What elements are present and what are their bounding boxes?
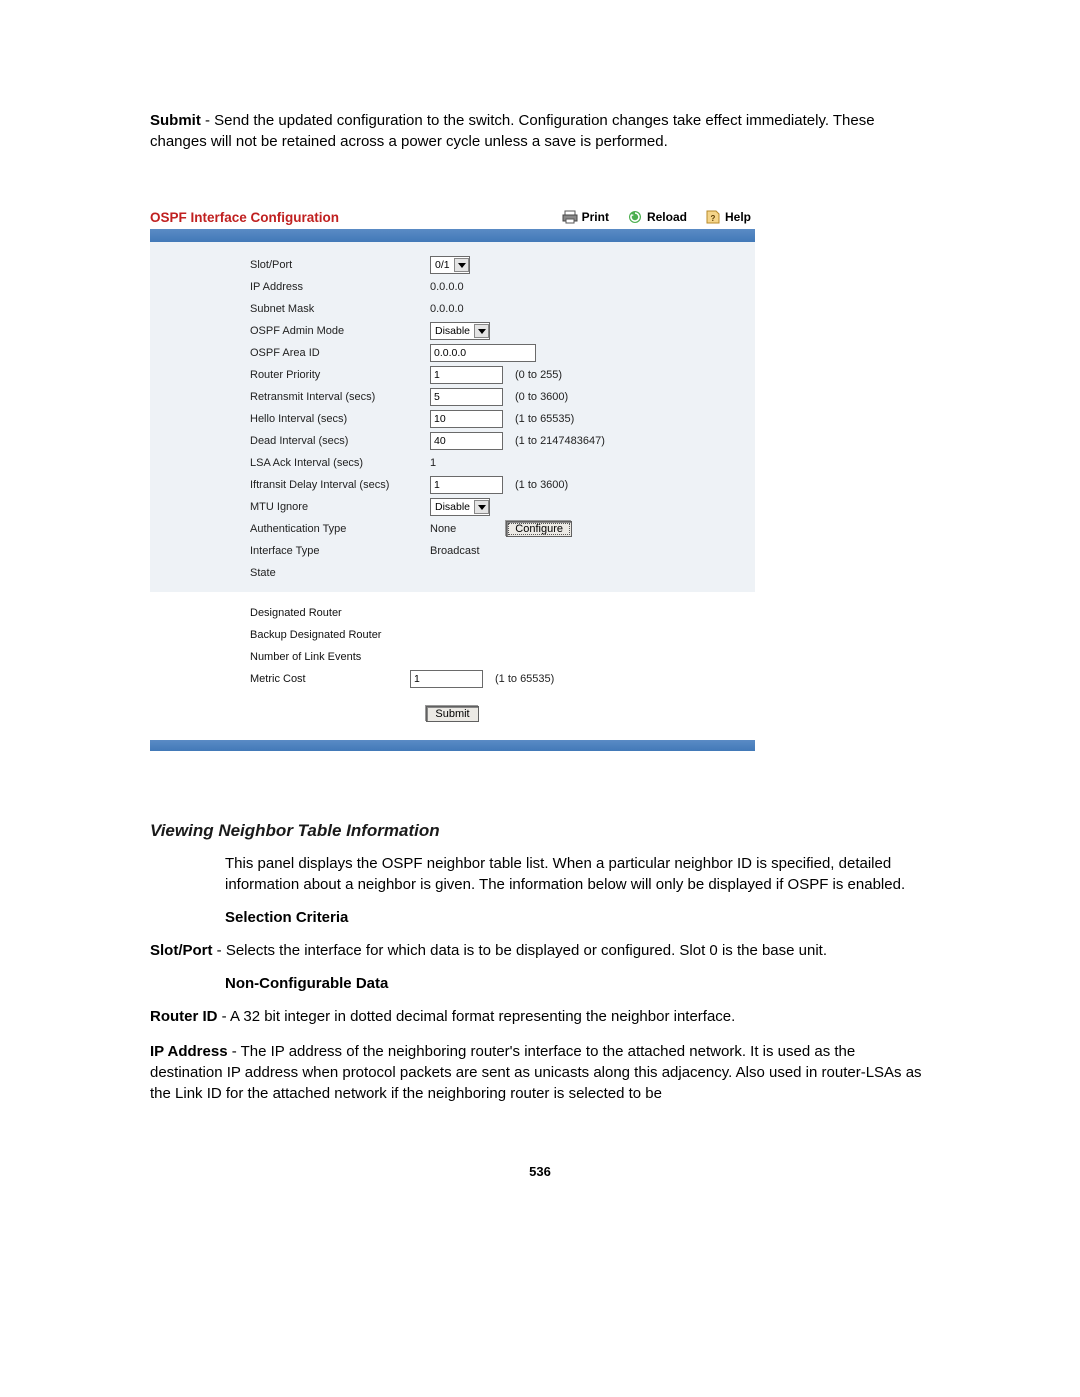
field-label: Dead Interval (secs): [250, 435, 430, 447]
help-icon: ?: [705, 209, 721, 225]
term-bold: Router ID: [150, 1008, 218, 1025]
iface-type-value: Broadcast: [430, 545, 480, 557]
printer-icon: [562, 209, 578, 225]
field-hint: (1 to 65535): [495, 673, 554, 685]
intro-paragraph: Submit - Send the updated configuration …: [150, 110, 930, 152]
intro-bold: Submit: [150, 112, 201, 129]
field-label: Designated Router: [250, 607, 410, 619]
field-hint: (1 to 3600): [515, 479, 568, 491]
section-heading: Viewing Neighbor Table Information: [150, 821, 930, 841]
slot-port-paragraph: Slot/Port - Selects the interface for wh…: [150, 940, 930, 961]
router-priority-input[interactable]: [430, 366, 503, 384]
section-paragraph: This panel displays the OSPF neighbor ta…: [150, 853, 930, 895]
chevron-down-icon: [454, 258, 469, 272]
subheading: Non-Configurable Data: [150, 975, 930, 992]
chevron-down-icon: [474, 500, 489, 514]
field-label: OSPF Area ID: [250, 347, 430, 359]
intro-rest: - Send the updated configuration to the …: [150, 112, 875, 150]
term-bold: IP Address: [150, 1043, 228, 1060]
field-label: Slot/Port: [250, 259, 430, 271]
term-text: - The IP address of the neighboring rout…: [150, 1043, 922, 1102]
field-label: Retransmit Interval (secs): [250, 391, 430, 403]
field-hint: (0 to 255): [515, 369, 562, 381]
retransmit-input[interactable]: [430, 388, 503, 406]
field-label: Authentication Type: [250, 523, 430, 535]
ip-address-paragraph: IP Address - The IP address of the neigh…: [150, 1041, 930, 1104]
chevron-down-icon: [474, 324, 489, 338]
panel-top-bar: [150, 229, 755, 242]
panel-actions: Print Reload ? Help: [562, 209, 751, 225]
dead-input[interactable]: [430, 432, 503, 450]
auth-type-value: None: [430, 523, 456, 535]
admin-mode-select[interactable]: Disable: [430, 322, 490, 340]
panel-bottom-bar: [150, 740, 755, 751]
field-label: Backup Designated Router: [250, 629, 410, 641]
subheading: Selection Criteria: [150, 909, 930, 926]
area-id-input[interactable]: [430, 344, 536, 362]
field-label: Router Priority: [250, 369, 430, 381]
page-number: 536: [150, 1164, 930, 1179]
hello-input[interactable]: [430, 410, 503, 428]
lsa-ack-value: 1: [430, 457, 436, 469]
field-label: IP Address: [250, 281, 430, 293]
mtu-ignore-select[interactable]: Disable: [430, 498, 490, 516]
svg-text:?: ?: [711, 214, 716, 223]
iftransit-input[interactable]: [430, 476, 503, 494]
field-label: OSPF Admin Mode: [250, 325, 430, 337]
term-text: - Selects the interface for which data i…: [213, 942, 828, 959]
slot-port-select[interactable]: 0/1: [430, 256, 470, 274]
term-text: - A 32 bit integer in dotted decimal for…: [218, 1008, 736, 1025]
reload-icon: [627, 209, 643, 225]
field-label: Interface Type: [250, 545, 430, 557]
ospf-config-panel: OSPF Interface Configuration Print Reloa…: [150, 207, 755, 751]
router-id-paragraph: Router ID - A 32 bit integer in dotted d…: [150, 1006, 930, 1027]
help-action[interactable]: ? Help: [705, 209, 751, 225]
field-label: Number of Link Events: [250, 651, 410, 663]
submit-button[interactable]: Submit: [426, 706, 478, 722]
panel-title: OSPF Interface Configuration: [150, 210, 339, 225]
subnet-mask-value: 0.0.0.0: [430, 303, 464, 315]
print-action[interactable]: Print: [562, 209, 609, 225]
field-label: LSA Ack Interval (secs): [250, 457, 430, 469]
ip-address-value: 0.0.0.0: [430, 281, 464, 293]
field-hint: (1 to 65535): [515, 413, 574, 425]
field-hint: (0 to 3600): [515, 391, 568, 403]
field-label: MTU Ignore: [250, 501, 430, 513]
field-hint: (1 to 2147483647): [515, 435, 605, 447]
configure-button[interactable]: Configure: [506, 521, 572, 537]
field-label: State: [250, 567, 430, 579]
field-label: Iftransit Delay Interval (secs): [250, 479, 430, 491]
metric-cost-input[interactable]: [410, 670, 483, 688]
field-label: Subnet Mask: [250, 303, 430, 315]
field-label: Hello Interval (secs): [250, 413, 430, 425]
reload-action[interactable]: Reload: [627, 209, 687, 225]
field-label: Metric Cost: [250, 673, 410, 685]
term-bold: Slot/Port: [150, 942, 213, 959]
